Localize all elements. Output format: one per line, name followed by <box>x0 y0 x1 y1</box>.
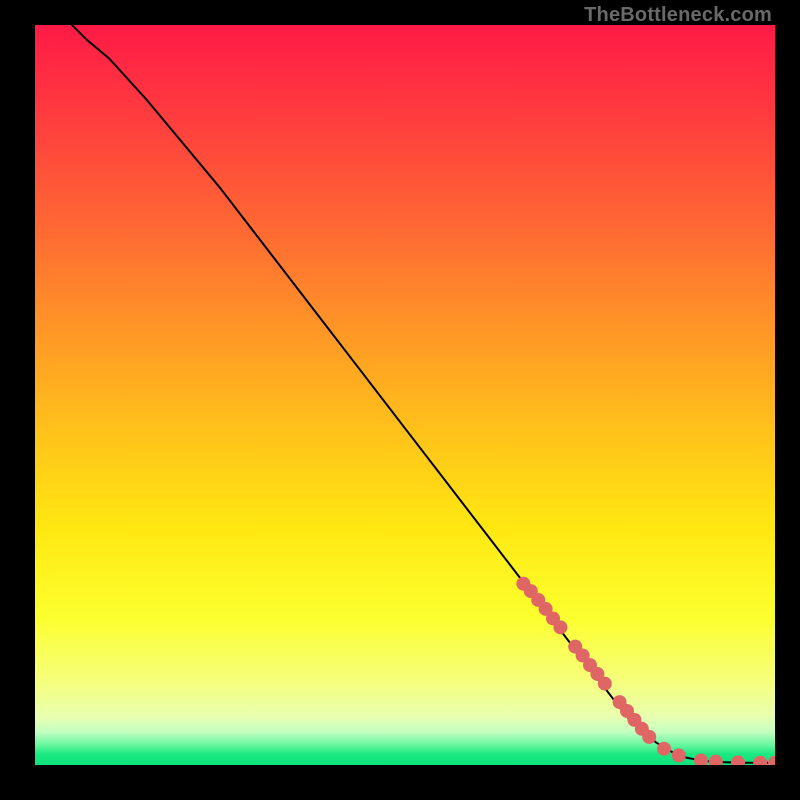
data-marker <box>768 756 775 765</box>
data-marker <box>694 754 708 765</box>
data-marker <box>753 756 767 765</box>
data-marker <box>709 755 723 765</box>
data-marker <box>731 755 745 765</box>
data-marker <box>553 620 567 634</box>
plot-area <box>35 25 775 765</box>
data-marker <box>598 677 612 691</box>
chart-overlay <box>35 25 775 765</box>
data-marker <box>672 748 686 762</box>
chart-frame: TheBottleneck.com <box>0 0 800 800</box>
watermark-text: TheBottleneck.com <box>584 4 772 27</box>
data-marker <box>642 730 656 744</box>
curve-line <box>72 25 775 763</box>
data-marker <box>657 742 671 756</box>
